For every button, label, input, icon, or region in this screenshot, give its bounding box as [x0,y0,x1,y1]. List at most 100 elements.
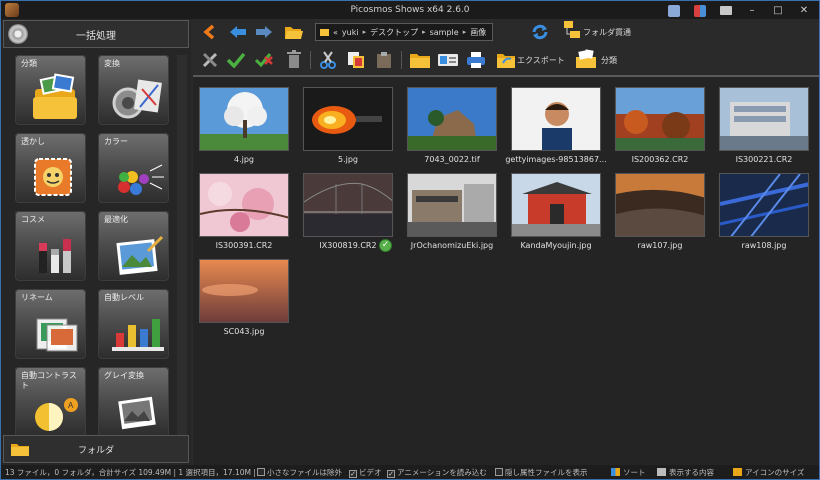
batch-process-button[interactable]: 一括処理 [3,20,189,48]
thumbnail-image[interactable] [615,87,705,151]
checkbox[interactable] [495,468,503,476]
trash-icon[interactable] [283,48,305,70]
thumbnail-image[interactable] [719,173,809,237]
tile-auto-level[interactable]: 自動レベル [98,289,169,359]
thumbnail-name: IS200362.CR2 [631,155,689,164]
thumbnail-name: 5.jpg [337,155,358,164]
hidden-files-toggle[interactable]: 隠し属性ファイルを表示 [495,467,588,478]
monitor-icon[interactable] [715,2,737,18]
tile-optimize[interactable]: 最適化 [98,211,169,281]
paste-icon[interactable] [373,49,395,71]
close-icon[interactable]: ✕ [793,2,815,18]
chevron-right-icon[interactable]: ▸ [363,28,367,36]
left-scrollbar[interactable] [177,55,187,435]
tile-label: コスメ [21,215,45,224]
folder-tree-icon[interactable] [561,19,583,41]
thumbnail-image[interactable] [199,87,289,151]
forward-arrow-icon[interactable] [253,21,275,43]
tile-auto-contrast[interactable]: A 自動コントラスト [15,367,86,436]
address-bar[interactable]: « yuki ▸ デスクトップ ▸ sample ▸ 画像 [315,23,493,41]
tools-icon[interactable] [199,49,221,71]
tile-cosmetics[interactable]: コスメ [15,211,86,281]
back-arrow-icon[interactable] [227,21,249,43]
thumbnail-image[interactable] [511,87,601,151]
video-toggle[interactable]: ✓ ビデオ [349,467,382,478]
export-button[interactable]: エクスポート [517,55,565,66]
tile-label: 透かし [21,137,45,146]
thumbnail-item[interactable]: raw107.jpg [615,173,705,253]
uncheck-icon[interactable] [253,49,275,71]
small-files-toggle[interactable]: 小さなファイルは除外 [257,467,342,478]
thumbnail-image[interactable] [511,173,601,237]
thumbnail-image[interactable] [199,259,289,323]
thumbnail-item[interactable]: SC043.jpg [199,259,289,339]
display-content-button[interactable]: 表示する内容 [657,467,714,478]
left-panel: 一括処理 分類 変換 透かし カラー コスメ 最適化 リネーム 自動レベル A … [1,19,191,465]
classify-button[interactable]: 分類 [601,55,617,66]
thumbnail-image[interactable] [615,173,705,237]
thumbnail-item[interactable]: IS200362.CR2 [615,87,705,167]
selected-check-icon: ✓ [379,239,392,252]
checkbox[interactable]: ✓ [349,470,357,478]
thumbnail-image[interactable] [199,173,289,237]
classify-icon[interactable] [575,48,597,70]
tile-watermark[interactable]: 透かし [15,133,86,203]
checkbox[interactable]: ✓ [387,470,395,478]
id-card-icon[interactable] [437,49,459,71]
folder-button[interactable]: フォルダ [3,435,189,463]
maximize-icon[interactable]: □ [767,2,789,18]
thumbnail-item[interactable]: raw108.jpg [719,173,809,253]
tile-label: 分類 [21,59,37,68]
export-icon[interactable] [495,49,517,71]
thumbnail-item[interactable]: 4.jpg [199,87,289,167]
chevron-right-icon[interactable]: ▸ [422,28,426,36]
tile-rename[interactable]: リネーム [15,289,86,359]
tile-classify[interactable]: 分類 [15,55,86,125]
thumbnail-item[interactable]: IS300221.CR2 [719,87,809,167]
thumbnail-name: JrOchanomizuEki.jpg [410,241,494,250]
copy-icon[interactable] [345,49,367,71]
printer-icon[interactable] [465,49,487,71]
refresh-icon[interactable] [529,21,551,43]
thumbnail-item[interactable]: 7043_0022.tif [407,87,497,167]
open-folder-icon[interactable] [283,21,305,43]
thumbnail-image[interactable] [407,87,497,151]
sort-button[interactable]: ソート [611,467,646,478]
thumbnail-name: KandaMyoujin.jpg [520,241,592,250]
thumbnail-image[interactable] [719,87,809,151]
up-chevron-icon[interactable] [199,21,221,43]
address-segment-yuki[interactable]: yuki [342,28,359,37]
address-segment-images[interactable]: 画像 [470,27,486,38]
tile-convert[interactable]: 変換 [98,55,169,125]
thumbnail-item[interactable]: IX300819.CR2 ✓ [303,173,393,253]
checkbox[interactable] [257,468,265,476]
settings-grid-icon[interactable] [689,2,711,18]
status-summary: 13 ファイル，0 フォルダ，合計サイズ 109.49M | 1 選択項目，17… [5,468,256,477]
folder-through-button[interactable]: フォルダ貫通 [583,27,631,38]
action-toolbar: エクスポート 分類 [193,47,819,73]
svg-text:A: A [68,401,74,410]
skin-icon[interactable] [663,2,685,18]
thumbnail-image[interactable] [303,87,393,151]
thumbnail-item[interactable]: gettyimages-98513867... [505,87,607,167]
thumbnail-item[interactable]: IS300391.CR2 [199,173,289,253]
tile-color[interactable]: カラー [98,133,169,203]
address-segment-sample[interactable]: sample [430,28,459,37]
folder-move-icon[interactable] [409,49,431,71]
scissors-icon[interactable] [317,49,339,71]
thumbnail-name: raw107.jpg [637,241,683,250]
thumbnail-name: 4.jpg [233,155,254,164]
navigation-toolbar: « yuki ▸ デスクトップ ▸ sample ▸ 画像 フォルダ貫通 [193,19,819,45]
tile-gray-convert[interactable]: グレイ変換 [98,367,169,436]
minimize-icon[interactable]: – [741,2,763,18]
thumbnail-item[interactable]: JrOchanomizuEki.jpg [407,173,497,253]
check-icon[interactable] [225,49,247,71]
thumbnail-image[interactable] [407,173,497,237]
thumbnail-image[interactable] [303,173,393,237]
thumbnail-item[interactable]: 5.jpg [303,87,393,167]
address-segment-desktop[interactable]: デスクトップ [370,27,418,38]
icon-size-button[interactable]: アイコンのサイズ [733,467,804,478]
thumbnail-item[interactable]: KandaMyoujin.jpg [511,173,601,253]
chevron-right-icon[interactable]: ▸ [463,28,467,36]
animation-toggle[interactable]: ✓ アニメーションを読み込む [387,467,487,478]
